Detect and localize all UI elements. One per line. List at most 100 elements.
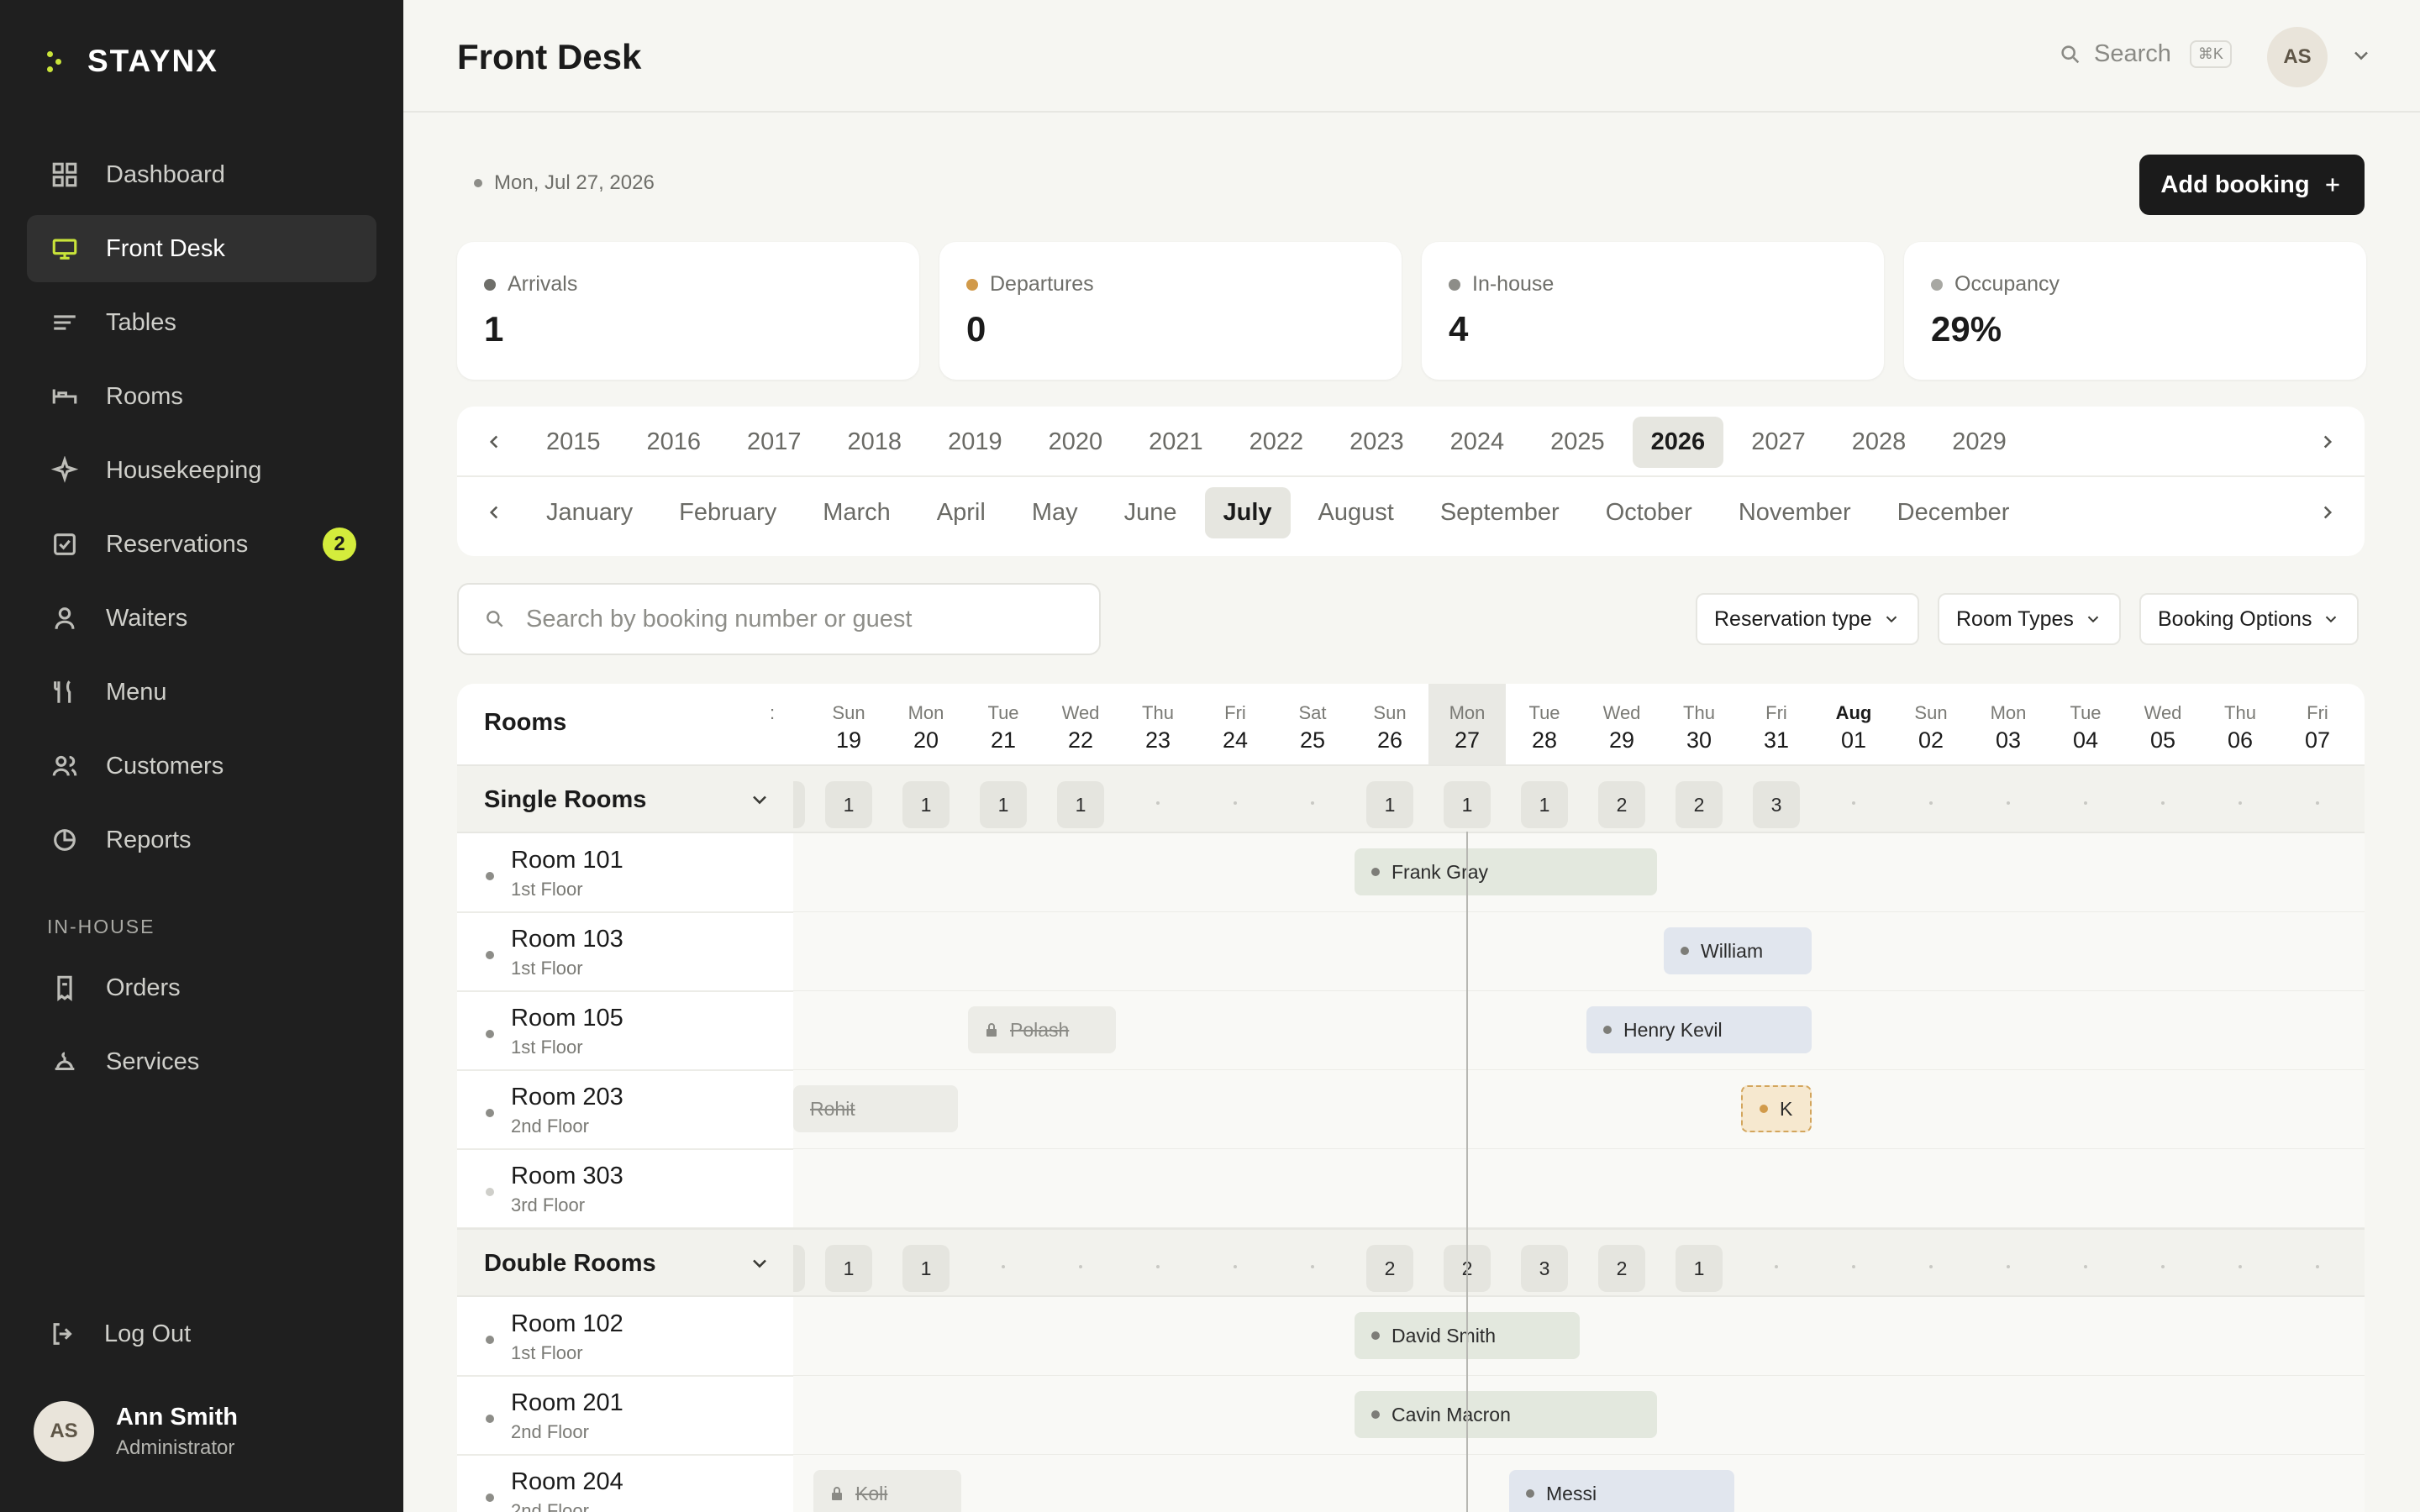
- sparkle-icon: [49, 454, 81, 486]
- sidebar-item-reports[interactable]: Reports: [27, 806, 376, 874]
- booking-block[interactable]: Koli: [813, 1470, 961, 1512]
- sidebar-item-menu[interactable]: Menu: [27, 659, 376, 726]
- sidebar-item-waiters[interactable]: Waiters: [27, 585, 376, 652]
- month-next-button[interactable]: [2311, 496, 2344, 529]
- availability-count: 3: [1521, 1245, 1568, 1292]
- month-option[interactable]: April: [918, 487, 1004, 538]
- room-row[interactable]: Room 103 1st Floor: [457, 912, 793, 991]
- day-name: Sun: [1373, 702, 1407, 723]
- room-row-timeline[interactable]: [793, 1070, 2365, 1149]
- sidebar-item-reservations[interactable]: Reservations 2: [27, 511, 376, 578]
- availability-count-partial: [793, 1245, 805, 1292]
- booking-block[interactable]: Henry Kevil: [1586, 1006, 1812, 1053]
- room-name: Room 303: [511, 1163, 623, 1189]
- sidebar-item-dashboard[interactable]: Dashboard: [27, 141, 376, 208]
- year-option[interactable]: 2022: [1231, 417, 1323, 468]
- top-bar: Front Desk Search ⌘K AS: [403, 0, 2420, 113]
- room-row[interactable]: Room 101 1st Floor: [457, 833, 793, 912]
- year-option[interactable]: 2017: [729, 417, 820, 468]
- global-search[interactable]: Search ⌘K: [2059, 40, 2232, 68]
- year-option[interactable]: 2018: [829, 417, 921, 468]
- booking-block[interactable]: Rohit: [793, 1085, 958, 1132]
- sidebar-item-customers[interactable]: Customers: [27, 732, 376, 800]
- day-name: Thu: [1142, 702, 1174, 723]
- room-row[interactable]: Room 102 1st Floor: [457, 1297, 793, 1376]
- month-option[interactable]: July: [1204, 486, 1291, 538]
- booking-block[interactable]: Frank Gray: [1355, 848, 1657, 895]
- stat-value: 0: [966, 309, 986, 349]
- year-option[interactable]: 2019: [929, 417, 1021, 468]
- sidebar-item-label: Rooms: [106, 382, 183, 410]
- year-option[interactable]: 2024: [1432, 417, 1523, 468]
- year-option[interactable]: 2025: [1532, 417, 1623, 468]
- month-option[interactable]: November: [1720, 487, 1870, 538]
- month-option[interactable]: June: [1106, 487, 1196, 538]
- year-option[interactable]: 2023: [1331, 417, 1423, 468]
- day-header: Wed 29: [1583, 684, 1660, 764]
- room-row[interactable]: Room 303 3rd Floor: [457, 1149, 793, 1228]
- year-option[interactable]: 2027: [1733, 417, 1824, 468]
- month-option[interactable]: January: [528, 487, 651, 538]
- add-booking-button[interactable]: Add booking: [2139, 155, 2365, 215]
- booking-block[interactable]: Polash: [968, 1006, 1116, 1053]
- booking-search-input[interactable]: Search by booking number or guest: [457, 583, 1101, 655]
- booking-block[interactable]: Cavin Macron: [1355, 1391, 1657, 1438]
- month-option[interactable]: March: [804, 487, 909, 538]
- filter-booking-options[interactable]: Booking Options: [2139, 593, 2360, 645]
- stat-label: Occupancy: [1931, 272, 2060, 297]
- sidebar: STAYNX Dashboard Front Desk Tables Rooms Hou…: [0, 0, 403, 1512]
- empty-count-dot: [2238, 1265, 2242, 1268]
- header-avatar[interactable]: AS: [2267, 27, 2328, 87]
- room-group-header[interactable]: Double Rooms1122321: [457, 1228, 2365, 1297]
- month-option[interactable]: August: [1300, 487, 1413, 538]
- empty-count-dot: [2084, 801, 2087, 805]
- year-option[interactable]: 2015: [528, 417, 619, 468]
- booking-block[interactable]: K: [1741, 1085, 1812, 1132]
- room-row-timeline[interactable]: [793, 1149, 2365, 1228]
- day-date: 30: [1686, 727, 1712, 753]
- logout-button[interactable]: Log Out: [27, 1300, 376, 1368]
- filter-reservation-type[interactable]: Reservation type: [1696, 593, 1919, 645]
- year-option[interactable]: 2028: [1833, 417, 1925, 468]
- booking-block[interactable]: William: [1664, 927, 1812, 974]
- chevron-down-icon: [2087, 616, 2099, 623]
- date-picker: 2015 2016 2017 2018 2019 2020 2021 2022 2023 2024…: [457, 407, 2365, 556]
- year-option[interactable]: 2026: [1632, 416, 1724, 468]
- chevron-down-icon[interactable]: [2349, 44, 2373, 67]
- day-header: Mon 27: [1428, 684, 1506, 764]
- booking-block[interactable]: Messi: [1509, 1470, 1734, 1512]
- year-next-button[interactable]: [2311, 425, 2344, 459]
- day-date: 28: [1531, 727, 1558, 753]
- user-profile[interactable]: AS Ann Smith Administrator: [34, 1401, 238, 1462]
- chevron-down-icon[interactable]: [748, 1252, 771, 1275]
- sidebar-item-services[interactable]: Services: [27, 1028, 376, 1095]
- room-row[interactable]: Room 204 2nd Floor: [457, 1455, 793, 1512]
- month-option[interactable]: December: [1879, 487, 2028, 538]
- chevron-down-icon[interactable]: [748, 788, 771, 811]
- year-option[interactable]: 2029: [1933, 417, 2025, 468]
- sidebar-item-orders[interactable]: Orders: [27, 954, 376, 1021]
- month-option[interactable]: February: [660, 487, 795, 538]
- month-option[interactable]: October: [1587, 487, 1711, 538]
- room-row[interactable]: Room 203 2nd Floor: [457, 1070, 793, 1149]
- room-group-header[interactable]: Single Rooms 1 1 1 1 1 1 1 2 2 3: [457, 764, 2365, 833]
- sidebar-item-rooms[interactable]: Rooms: [27, 363, 376, 430]
- sidebar-item-tables[interactable]: Tables: [27, 289, 376, 356]
- year-option[interactable]: 2020: [1030, 417, 1122, 468]
- room-row[interactable]: Room 201 2nd Floor: [457, 1376, 793, 1455]
- year-list: 2015 2016 2017 2018 2019 2020 2021 2022 2023 2024…: [528, 407, 2034, 477]
- room-row-timeline[interactable]: [793, 912, 2365, 991]
- filter-room-types[interactable]: Room Types: [1938, 593, 2121, 645]
- empty-count-dot: [2007, 1265, 2010, 1268]
- room-row[interactable]: Room 105 1st Floor: [457, 991, 793, 1070]
- month-prev-button[interactable]: [477, 496, 511, 529]
- sidebar-item-housekeeping[interactable]: Housekeeping: [27, 437, 376, 504]
- month-option[interactable]: September: [1422, 487, 1578, 538]
- chevron-left-icon: [489, 435, 498, 449]
- brand-logo[interactable]: STAYNX: [47, 44, 218, 79]
- year-prev-button[interactable]: [477, 425, 511, 459]
- year-option[interactable]: 2016: [629, 417, 720, 468]
- sidebar-item-front-desk[interactable]: Front Desk: [27, 215, 376, 282]
- month-option[interactable]: May: [1013, 487, 1097, 538]
- year-option[interactable]: 2021: [1130, 417, 1222, 468]
